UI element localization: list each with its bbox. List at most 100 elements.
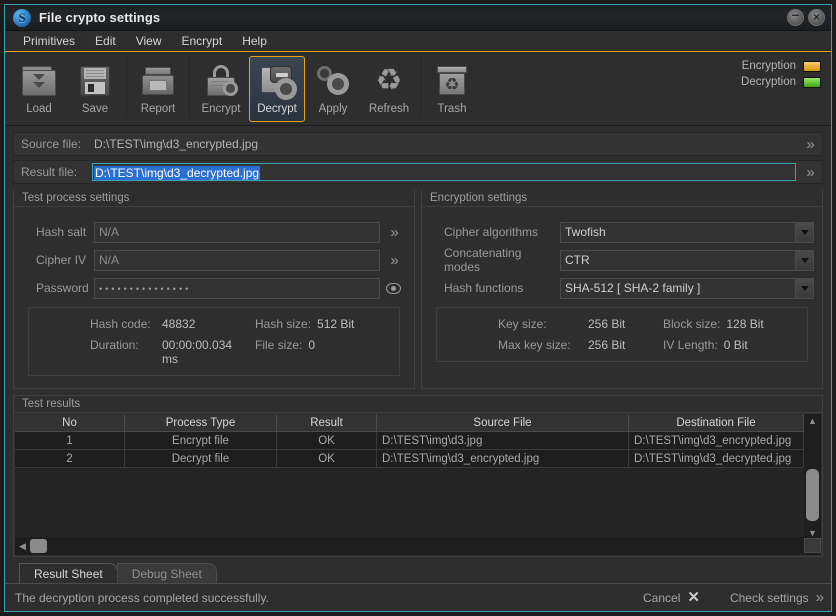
- tab-result-sheet[interactable]: Result Sheet: [19, 563, 118, 583]
- scrollbar-corner: [804, 538, 821, 553]
- source-file-input[interactable]: D:\TEST\img\d3_encrypted.jpg: [92, 135, 796, 153]
- hash-functions-select[interactable]: SHA-512 [ SHA-2 family ]: [560, 277, 796, 299]
- horizontal-scroll-thumb[interactable]: [29, 539, 47, 553]
- tab-debug-sheet[interactable]: Debug Sheet: [116, 563, 217, 583]
- lamp-label-decryption: Decryption: [741, 76, 796, 88]
- folder-download-icon: [19, 61, 59, 101]
- cancel-button[interactable]: Cancel ✕: [643, 590, 700, 605]
- column-header-process-type[interactable]: Process Type: [125, 414, 277, 432]
- menu-item-encrypt[interactable]: Encrypt: [172, 32, 233, 50]
- toolbar-button-decrypt[interactable]: Decrypt: [249, 56, 305, 122]
- key-size-label: Key size:: [498, 317, 547, 331]
- toolbar-button-trash[interactable]: ♻ Trash: [424, 56, 480, 122]
- stat-line: Key size: 256 Bit Block size: 128 Bit: [443, 317, 801, 331]
- test-results-title: Test results: [14, 396, 822, 413]
- floppy-disk-icon: [75, 61, 115, 101]
- scroll-up-arrow-icon[interactable]: ▲: [808, 416, 817, 426]
- duration-label: Duration:: [90, 338, 139, 352]
- result-file-label: Result file:: [21, 165, 78, 179]
- check-settings-button[interactable]: Check settings »: [730, 590, 824, 605]
- cipher-iv-browse-icon[interactable]: »: [380, 249, 406, 271]
- menu-item-primitives[interactable]: Primitives: [13, 32, 85, 50]
- source-file-browse-icon[interactable]: »: [796, 133, 822, 155]
- vertical-scroll-track[interactable]: [806, 426, 819, 528]
- column-header-destination-file[interactable]: Destination File: [629, 414, 804, 432]
- cell-result: OK: [277, 450, 377, 468]
- file-size-value: 0: [308, 338, 316, 352]
- password-row: Password •••••••••••••••: [22, 275, 406, 301]
- status-lamps: Encryption Decryption: [741, 60, 821, 88]
- toolbar-button-refresh[interactable]: ♻ Refresh: [361, 56, 417, 122]
- cipher-algorithms-row: Cipher algorithms Twofish: [430, 219, 814, 245]
- vertical-scroll-thumb[interactable]: [806, 468, 819, 521]
- toolbar-label-refresh: Refresh: [368, 103, 410, 115]
- file-size-stat: File size: 0: [235, 338, 393, 366]
- menu-item-view[interactable]: View: [126, 32, 172, 50]
- toolbar-button-encrypt[interactable]: Encrypt: [193, 56, 249, 122]
- close-icon: ×: [812, 9, 820, 24]
- hash-size-label: Hash size:: [255, 317, 312, 331]
- app-logo-icon: S: [13, 8, 31, 27]
- result-file-input[interactable]: D:\TEST\img\d3_decrypted.jpg: [92, 163, 796, 181]
- cancel-label: Cancel: [643, 590, 681, 605]
- column-header-result[interactable]: Result: [277, 414, 377, 432]
- scroll-left-arrow-icon[interactable]: ◀: [19, 541, 26, 552]
- toolbar-label-save: Save: [81, 103, 109, 115]
- scroll-down-arrow-icon[interactable]: ▼: [808, 528, 817, 538]
- concatenating-modes-chevron-down-icon[interactable]: [796, 249, 814, 271]
- concatenating-modes-select[interactable]: CTR: [560, 249, 796, 271]
- application-window: S File crypto settings – × Primitives Ed…: [4, 4, 832, 612]
- close-x-icon: ✕: [687, 589, 700, 606]
- hash-code-stat: Hash code: 48832: [35, 317, 235, 331]
- toolbar-separator: [126, 56, 127, 118]
- hash-salt-input[interactable]: N/A: [94, 221, 380, 243]
- cell-source-file: D:\TEST\img\d3.jpg: [377, 432, 629, 450]
- table-row[interactable]: 2 Decrypt file OK D:\TEST\img\d3_encrypt…: [15, 450, 804, 468]
- hash-salt-browse-icon[interactable]: »: [380, 221, 406, 243]
- column-header-no[interactable]: No: [15, 414, 125, 432]
- cipher-iv-input[interactable]: N/A: [94, 249, 380, 271]
- hash-size-stat: Hash size: 512 Bit: [235, 317, 393, 331]
- main-content: Source file: D:\TEST\img\d3_encrypted.jp…: [5, 126, 831, 583]
- lamp-row-encryption: Encryption: [741, 60, 821, 72]
- toolbar-label-apply: Apply: [318, 103, 348, 115]
- password-input[interactable]: •••••••••••••••: [99, 284, 191, 294]
- cell-process-type: Encrypt file: [125, 432, 277, 450]
- block-size-value: 128 Bit: [726, 317, 764, 331]
- toolbar-button-apply[interactable]: Apply: [305, 56, 361, 122]
- cell-destination-file: D:\TEST\img\d3_encrypted.jpg: [629, 432, 804, 450]
- padlock-gear-icon: [201, 61, 241, 101]
- file-size-label: File size:: [255, 338, 303, 352]
- lamp-decryption-indicator: [803, 76, 821, 88]
- result-file-browse-icon[interactable]: »: [796, 161, 822, 183]
- window-controls: – ×: [787, 5, 825, 26]
- password-reveal-eye-icon[interactable]: [380, 277, 406, 299]
- toolbar-button-load[interactable]: Load: [11, 56, 67, 122]
- lamp-encryption-indicator: [803, 60, 821, 72]
- table-row[interactable]: 1 Encrypt file OK D:\TEST\img\d3.jpg D:\…: [15, 432, 804, 450]
- cipher-algorithms-chevron-down-icon[interactable]: [796, 221, 814, 243]
- encryption-stats: Key size: 256 Bit Block size: 128 Bit Ma…: [436, 307, 808, 362]
- concatenating-modes-label: Concatenating modes: [444, 246, 522, 274]
- close-button[interactable]: ×: [808, 9, 825, 26]
- trash-bin-icon: ♻: [432, 61, 472, 101]
- cipher-iv-label: Cipher IV: [36, 253, 87, 267]
- column-header-source-file[interactable]: Source File: [377, 414, 629, 432]
- toolbar-label-load: Load: [26, 103, 52, 115]
- menu-item-help[interactable]: Help: [232, 32, 277, 50]
- minimize-button[interactable]: –: [787, 5, 804, 26]
- cell-no: 1: [15, 432, 125, 450]
- hash-functions-chevron-down-icon[interactable]: [796, 277, 814, 299]
- results-horizontal-scrollbar[interactable]: ◀: [15, 537, 804, 555]
- toolbar-button-report[interactable]: Report: [130, 56, 186, 122]
- menu-item-edit[interactable]: Edit: [85, 32, 126, 50]
- results-vertical-scrollbar[interactable]: ▲ ▼: [804, 414, 821, 555]
- iv-length-stat: IV Length: 0 Bit: [643, 338, 801, 352]
- max-key-size-stat: Max key size: 256 Bit: [443, 338, 643, 352]
- minimize-icon: –: [791, 5, 800, 22]
- hash-code-value: 48832: [162, 317, 196, 331]
- cipher-algorithms-select[interactable]: Twofish: [560, 221, 796, 243]
- toolbar-button-save[interactable]: Save: [67, 56, 123, 122]
- hash-salt-row: Hash salt N/A »: [22, 219, 406, 245]
- toolbar: Load Save Report Encrypt Decrypt Apply ♻…: [5, 52, 831, 126]
